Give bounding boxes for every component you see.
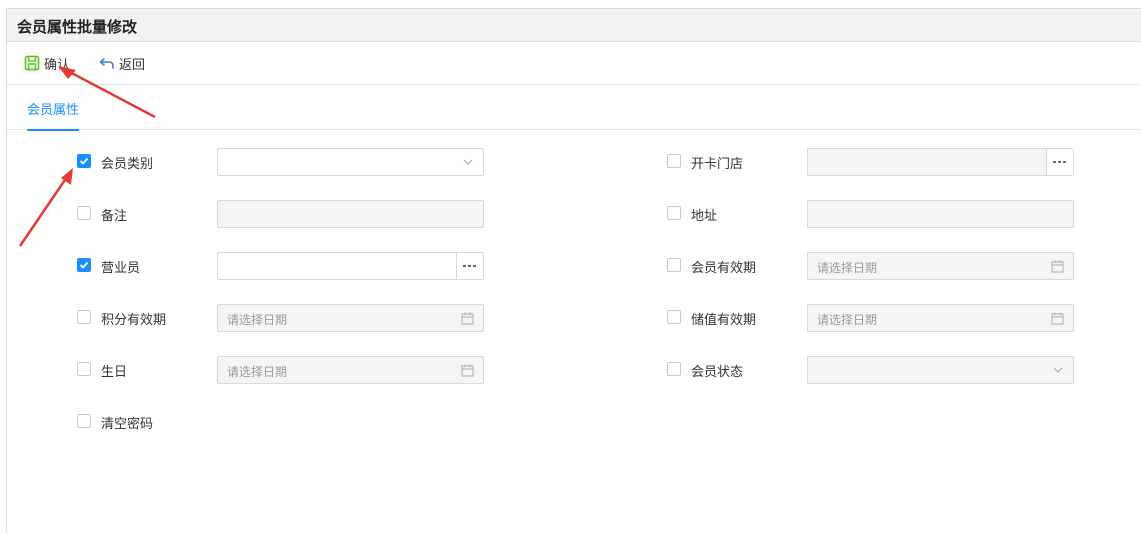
address-label: 地址 [691,209,718,224]
save-icon [24,55,40,71]
remark-input [217,200,484,228]
calendar-icon [1051,312,1064,325]
toolbar: 确认 返回 [7,42,1141,85]
clear-password-checkbox[interactable] [77,414,91,428]
date-placeholder: 请选择日期 [227,365,288,379]
chevron-down-icon [1053,367,1063,373]
remark-label: 备注 [101,209,128,224]
confirm-button[interactable]: 确认 [24,53,70,73]
field-row-stored-value-validity: 储值有效期 请选择日期 [667,304,1074,332]
clear-password-label: 清空密码 [101,417,154,432]
points-validity-label: 积分有效期 [101,313,167,328]
address-checkbox[interactable] [667,206,681,220]
field-row-birthday: 生日 请选择日期 [77,356,484,384]
member-validity-date: 请选择日期 [807,252,1074,280]
points-validity-checkbox[interactable] [77,310,91,324]
card-store-input [807,148,1074,176]
calendar-icon [461,312,474,325]
back-label: 返回 [119,57,146,73]
member-status-checkbox[interactable] [667,362,681,376]
undo-arrow-icon [99,58,114,69]
member-type-label: 会员类别 [101,157,154,172]
field-row-points-validity: 积分有效期 请选择日期 [77,304,484,332]
member-validity-checkbox[interactable] [667,258,681,272]
date-placeholder: 请选择日期 [227,313,288,327]
card-store-checkbox[interactable] [667,154,681,168]
member-validity-label: 会员有效期 [691,261,757,276]
calendar-icon [1051,260,1064,273]
tab-bar: 会员属性 [7,85,1141,131]
birthday-checkbox[interactable] [77,362,91,376]
stored-value-validity-checkbox[interactable] [667,310,681,324]
date-placeholder: 请选择日期 [817,313,878,327]
remark-checkbox[interactable] [77,206,91,220]
salesperson-label: 营业员 [101,261,141,276]
member-type-select[interactable] [217,148,484,176]
field-row-clear-password: 清空密码 [77,408,277,436]
member-status-select [807,356,1074,384]
field-row-card-store: 开卡门店 [667,148,1074,176]
stored-value-validity-label: 储值有效期 [691,313,757,328]
confirm-label: 确认 [44,57,71,73]
calendar-icon [461,364,474,377]
back-button[interactable]: 返回 [99,53,145,73]
salesperson-picker-button[interactable] [456,253,483,279]
title-bar: 会员属性批量修改 [7,9,1141,42]
tab-member-attributes[interactable]: 会员属性 [27,99,80,131]
field-row-member-status: 会员状态 [667,356,1074,384]
date-placeholder: 请选择日期 [817,261,878,275]
salesperson-checkbox[interactable] [77,258,91,272]
member-status-label: 会员状态 [691,365,744,380]
field-row-address: 地址 [667,200,1074,228]
page-title: 会员属性批量修改 [17,18,138,36]
member-type-checkbox[interactable] [77,154,91,168]
card-store-label: 开卡门店 [691,157,744,172]
field-row-salesperson: 营业员 [77,252,484,280]
chevron-down-icon [463,159,473,165]
address-input [807,200,1074,228]
checkmark-icon [79,157,89,165]
points-validity-date: 请选择日期 [217,304,484,332]
field-row-member-validity: 会员有效期 请选择日期 [667,252,1074,280]
checkmark-icon [79,261,89,269]
field-row-member-type: 会员类别 [77,148,484,176]
salesperson-input[interactable] [217,252,484,280]
birthday-date: 请选择日期 [217,356,484,384]
stored-value-validity-date: 请选择日期 [807,304,1074,332]
card-store-picker-button[interactable] [1046,149,1073,175]
birthday-label: 生日 [101,365,128,380]
field-row-remark: 备注 [77,200,484,228]
